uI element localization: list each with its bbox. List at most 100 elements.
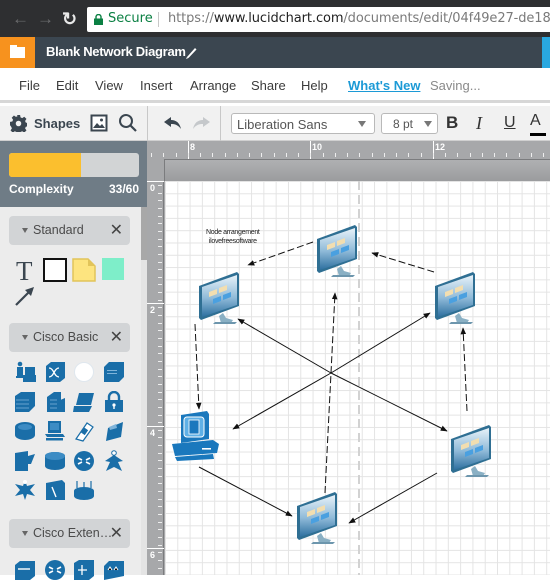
url-path: /documents/edit/04f49e27-de18-4bd0- <box>343 11 550 26</box>
arrow-shape-icon[interactable] <box>14 285 36 307</box>
monitor-right-node[interactable] <box>435 272 475 324</box>
redo-icon[interactable] <box>191 115 211 131</box>
monitor-top-node[interactable] <box>317 225 357 277</box>
connector-line[interactable] <box>371 252 435 273</box>
reload-button[interactable]: ↻ <box>62 9 77 29</box>
router-icon[interactable] <box>44 559 66 581</box>
connector-line[interactable] <box>194 323 202 410</box>
storage-icon[interactable] <box>44 479 66 501</box>
cloud-icon[interactable] <box>73 361 95 383</box>
font-size-select[interactable]: 8 pt <box>381 113 438 134</box>
menu-view[interactable]: View <box>95 78 123 93</box>
forward-button[interactable]: → <box>37 9 54 29</box>
underline-button[interactable]: U <box>504 114 516 132</box>
complexity-label: Complexity <box>9 182 74 196</box>
laptop-icon[interactable] <box>73 391 95 413</box>
gear-icon <box>10 115 27 132</box>
block-shape-icon[interactable] <box>102 258 124 280</box>
collapse-triangle-icon[interactable] <box>22 228 28 233</box>
complexity-meter: Complexity 33/60 <box>0 141 147 207</box>
address-bar[interactable]: Secure https://www.lucidchart.com/docume… <box>87 7 550 32</box>
firewall-icon[interactable] <box>14 391 36 413</box>
collapse-triangle-icon[interactable] <box>22 531 28 536</box>
server-box-icon[interactable] <box>103 361 125 383</box>
url-host: www.lucidchart.com <box>213 11 344 26</box>
connector-line[interactable] <box>348 472 438 524</box>
disk-icon[interactable] <box>44 450 66 472</box>
close-icon[interactable]: ✕ <box>110 327 123 347</box>
hub-icon[interactable] <box>73 559 95 581</box>
text-color-button[interactable]: A <box>530 112 541 130</box>
connector-line[interactable] <box>232 372 332 430</box>
library-header-standard[interactable]: Standard ✕ <box>9 216 130 245</box>
italic-button[interactable]: I <box>476 113 482 134</box>
collapse-triangle-icon[interactable] <box>22 335 28 340</box>
library-name: Cisco Exten… <box>33 526 113 540</box>
folder-icon <box>10 45 25 58</box>
rectangle-shape-icon[interactable] <box>43 258 67 282</box>
image-icon[interactable] <box>90 114 108 132</box>
shapes-label: Shapes <box>34 116 81 131</box>
diagram-layer <box>172 225 491 544</box>
library-header-cisco-extended[interactable]: Cisco Exten… ✕ <box>9 519 130 548</box>
monitor-left-node[interactable] <box>199 272 239 324</box>
url-scheme: https:// <box>168 11 214 26</box>
menu-file[interactable]: File <box>19 78 40 93</box>
menu-edit[interactable]: Edit <box>56 78 78 93</box>
document-title-bar: Blank Network Diagram <box>0 37 550 72</box>
monitor-bottom-node[interactable] <box>297 492 337 544</box>
connector-line[interactable] <box>460 327 468 412</box>
complexity-fill <box>9 153 81 177</box>
toolbar: Shapes Liberation Sans 8 pt B I U A <box>0 106 550 141</box>
radio-tower-icon[interactable] <box>14 479 36 501</box>
menu-bar: File Edit View Insert Arrange Share Help… <box>0 68 550 103</box>
pc-icon[interactable] <box>44 420 66 442</box>
whats-new-link[interactable]: What's New <box>348 78 420 93</box>
menu-arrange[interactable]: Arrange <box>190 78 236 93</box>
connector-line[interactable] <box>237 318 332 374</box>
fileserver-icon[interactable] <box>14 450 36 472</box>
phone-icon[interactable] <box>103 420 125 442</box>
font-family-select[interactable]: Liberation Sans <box>231 113 375 134</box>
bold-button[interactable]: B <box>446 113 458 133</box>
close-icon[interactable]: ✕ <box>110 220 123 240</box>
library-header-cisco-basic[interactable]: Cisco Basic ✕ <box>9 323 130 352</box>
omnibox-divider <box>158 12 159 27</box>
menu-help[interactable]: Help <box>301 78 328 93</box>
font-size-value: 8 pt <box>393 117 414 131</box>
router-icon[interactable] <box>73 450 95 472</box>
connector-line[interactable] <box>324 292 338 494</box>
connector-line[interactable] <box>330 312 431 374</box>
person-access-icon[interactable] <box>103 449 125 472</box>
menu-insert[interactable]: Insert <box>140 78 173 93</box>
building-icon[interactable] <box>44 391 66 413</box>
back-button[interactable]: ← <box>12 9 29 29</box>
diagram-note-text[interactable]: Node arrangement ilovefreesoftware <box>206 228 260 246</box>
wireless-router-icon[interactable] <box>73 479 95 501</box>
close-icon[interactable]: ✕ <box>110 523 123 543</box>
switch-icon[interactable] <box>14 559 36 581</box>
undo-icon[interactable] <box>163 115 183 131</box>
documents-button[interactable] <box>0 37 35 68</box>
url-text[interactable]: https://www.lucidchart.com/documents/edi… <box>168 11 550 26</box>
pda-icon[interactable] <box>73 420 95 442</box>
search-icon[interactable] <box>118 113 138 133</box>
document-title[interactable]: Blank Network Diagram <box>46 44 186 59</box>
workstation-user-icon[interactable] <box>14 361 36 383</box>
pc-left-node[interactable] <box>172 411 219 461</box>
note-shape-icon[interactable] <box>72 258 96 282</box>
side-tab[interactable] <box>542 37 550 72</box>
connector-line[interactable] <box>330 372 448 432</box>
connector-line[interactable] <box>198 466 293 517</box>
chevron-down-icon <box>424 121 432 127</box>
monitor-bottom-right-node[interactable] <box>451 425 491 477</box>
menu-share[interactable]: Share <box>251 78 286 93</box>
router-pix-icon[interactable] <box>14 420 36 442</box>
text-shape-icon[interactable]: T <box>16 256 33 287</box>
browser-toolbar: ← → ↻ Secure https://www.lucidchart.com/… <box>0 0 550 37</box>
multilayer-switch-icon[interactable] <box>103 559 125 581</box>
lock-icon[interactable] <box>103 390 125 413</box>
complexity-track <box>9 153 139 177</box>
atm-switch-icon[interactable] <box>44 361 66 383</box>
pencil-icon[interactable] <box>184 44 198 60</box>
